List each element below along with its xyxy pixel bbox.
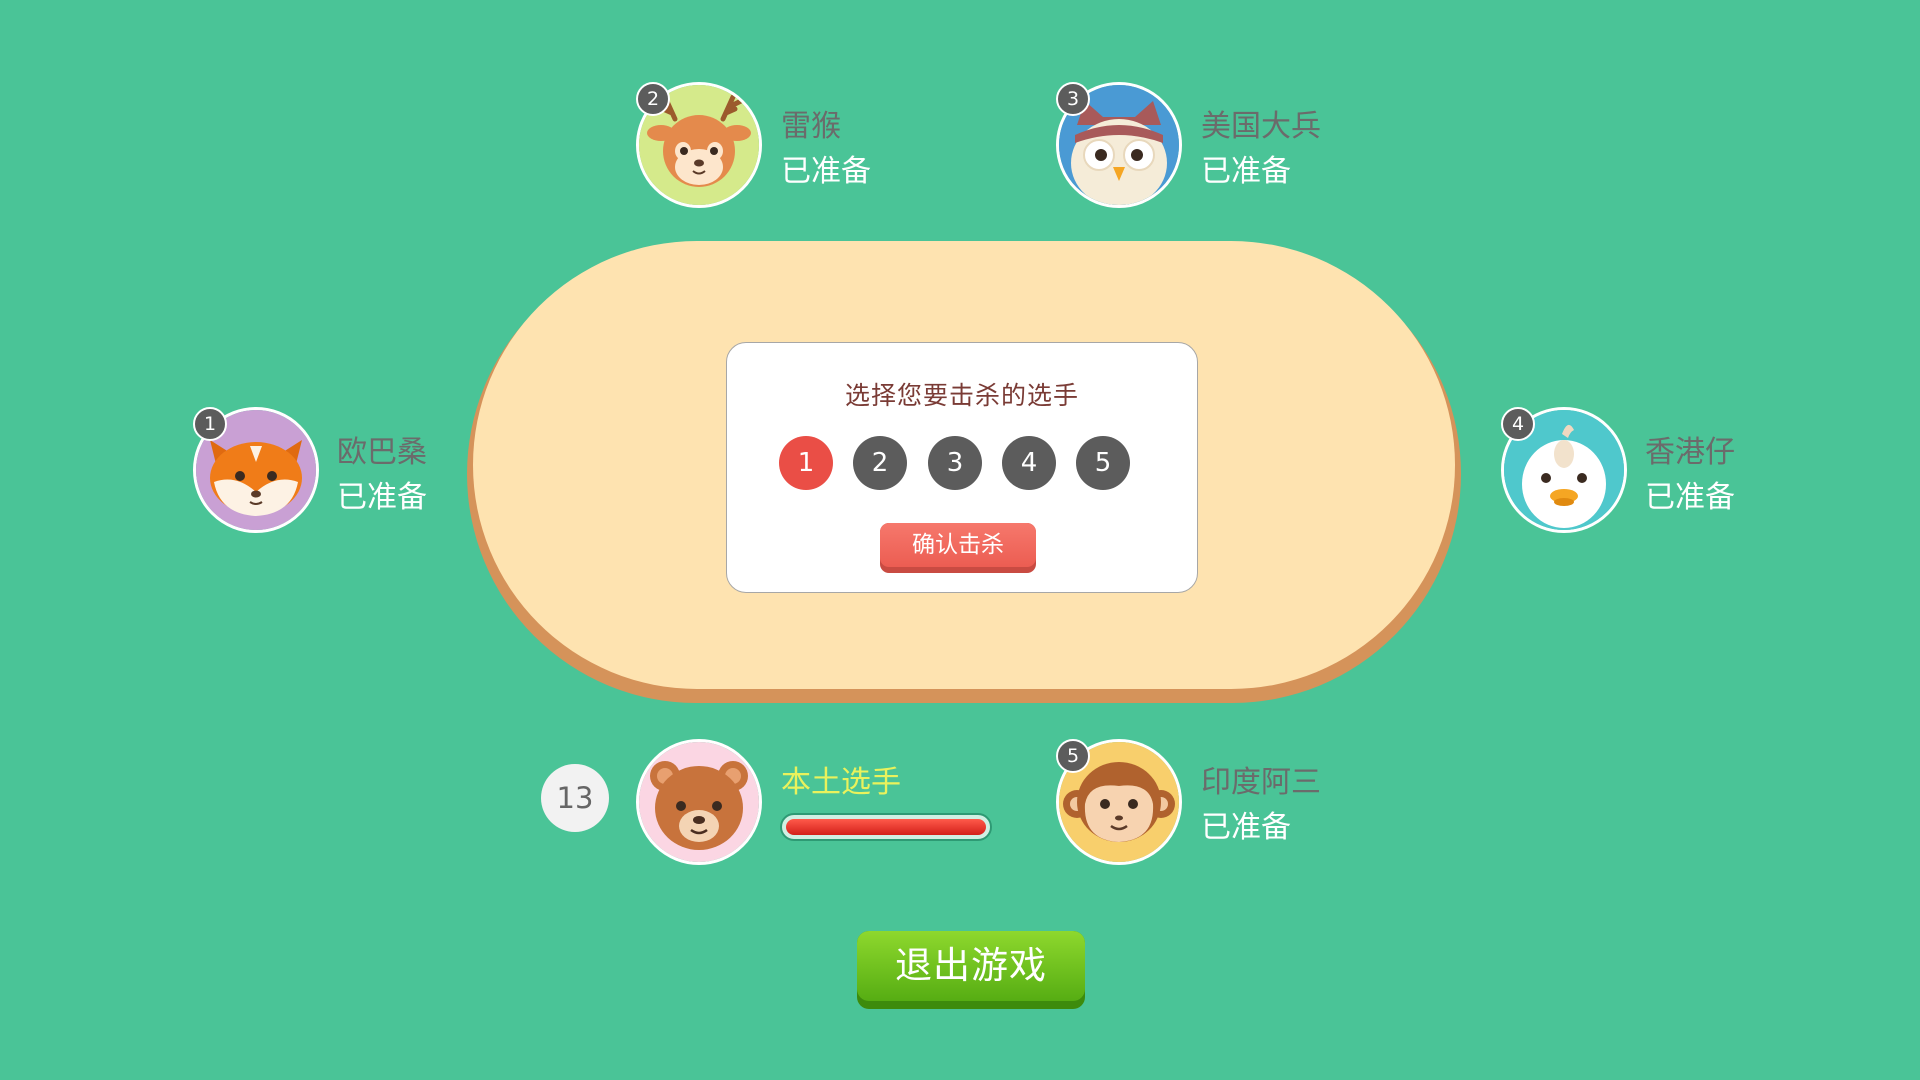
seat-number-badge: 4 — [1501, 407, 1535, 441]
player-name: 印度阿三 — [1201, 765, 1321, 800]
player-status: 已准备 — [1645, 480, 1735, 515]
player-seat-4: 4 — [1501, 407, 1627, 533]
seat-number-badge: 1 — [193, 407, 227, 441]
self-avatar — [636, 739, 762, 865]
exit-game-label: 退出游戏 — [857, 931, 1085, 1001]
player-seat-1: 1 — [193, 407, 319, 533]
seat-number-badge: 5 — [1056, 739, 1090, 773]
player-name: 香港仔 — [1645, 435, 1735, 470]
player-number-3-button[interactable]: 3 — [928, 436, 982, 490]
confirm-kill-label: 确认击杀 — [880, 523, 1036, 567]
bear-icon — [639, 742, 759, 862]
player-seat-5: 5 — [1056, 739, 1182, 865]
player-name: 美国大兵 — [1201, 109, 1321, 144]
player-status: 已准备 — [337, 480, 427, 515]
player-name: 欧巴桑 — [337, 435, 427, 470]
confirm-kill-button[interactable]: 确认击杀 — [880, 523, 1036, 573]
self-player-name: 本土选手 — [781, 765, 901, 800]
player-number-1-button[interactable]: 1 — [779, 436, 833, 490]
player-seat-3: 3 — [1056, 82, 1182, 208]
seat-number-badge: 2 — [636, 82, 670, 116]
turn-progress-fill — [786, 819, 986, 835]
player-seat-2: 2 — [636, 82, 762, 208]
player-status: 已准备 — [1201, 810, 1291, 845]
player-status: 已准备 — [1201, 154, 1291, 189]
exit-game-button[interactable]: 退出游戏 — [857, 931, 1085, 1009]
turn-timer: 13 — [541, 764, 609, 832]
seat-number-badge: 3 — [1056, 82, 1090, 116]
player-status: 已准备 — [781, 154, 871, 189]
player-number-4-button[interactable]: 4 — [1002, 436, 1056, 490]
player-number-2-button[interactable]: 2 — [853, 436, 907, 490]
turn-progress-bar — [780, 813, 992, 841]
dialog-title: 选择您要击杀的选手 — [844, 381, 1079, 410]
player-name: 雷猴 — [781, 109, 841, 144]
self-player — [636, 739, 762, 865]
kill-select-dialog: 选择您要击杀的选手 1 2 3 4 5 确认击杀 — [726, 342, 1198, 593]
player-number-5-button[interactable]: 5 — [1076, 436, 1130, 490]
